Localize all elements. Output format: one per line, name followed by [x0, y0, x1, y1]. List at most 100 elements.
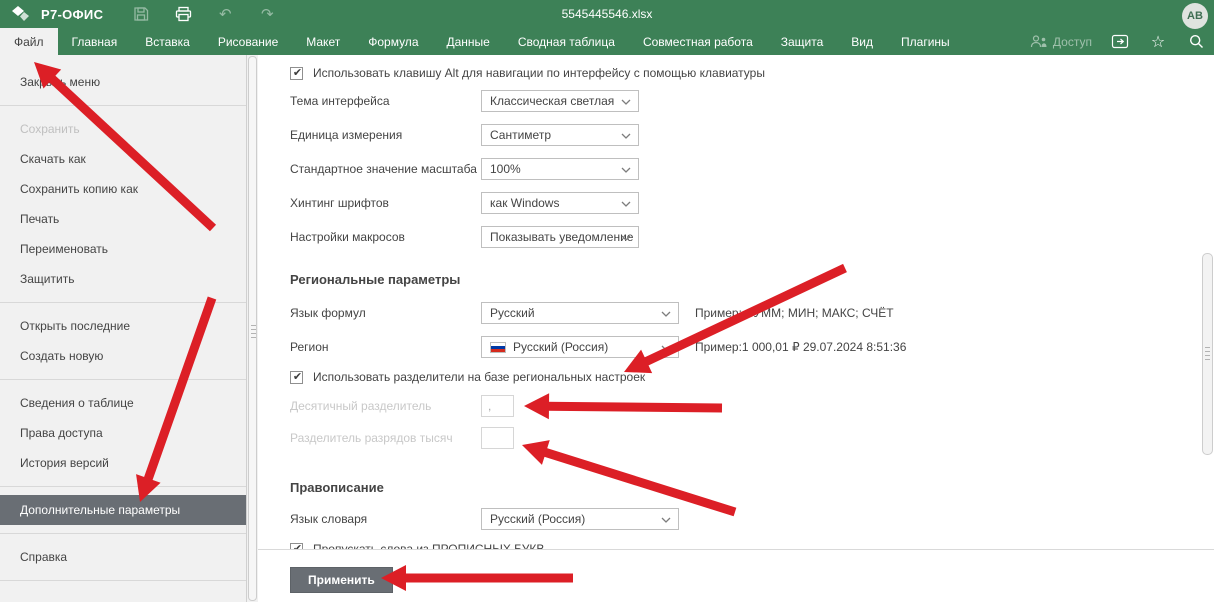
sidebar-item-save: Сохранить [0, 114, 246, 144]
regional-separators-checkbox[interactable] [290, 371, 303, 384]
macros-settings-select[interactable]: Показывать уведомление [481, 226, 639, 248]
font-hinting-select[interactable]: как Windows [481, 192, 639, 214]
sidebar-item-version-history[interactable]: История версий [0, 448, 246, 478]
decimal-separator-input[interactable]: , [481, 395, 514, 417]
tab-formula[interactable]: Формула [354, 28, 432, 55]
tab-collaboration[interactable]: Совместная работа [629, 28, 767, 55]
ignore-uppercase-row: Пропускать слова из ПРОПИСНЫХ БУКВ [290, 536, 1214, 549]
sidebar-item-rename[interactable]: Переименовать [0, 234, 246, 264]
default-zoom-label: Стандартное значение масштаба [290, 162, 481, 176]
sidebar-divider [0, 533, 246, 534]
tab-pivot-table[interactable]: Сводная таблица [504, 28, 629, 55]
dictionary-language-value: Русский (Россия) [490, 512, 585, 526]
sidebar-item-protect[interactable]: Защитить [0, 264, 246, 294]
scrollbar-grip [251, 325, 256, 341]
r7-office-spreadsheet-app: Р7-ОФИС ↶ ↷ 5545445546.xlsx AB [0, 0, 1214, 602]
formula-language-row: Язык формул Русский Пример: СУММ; МИН; М… [290, 296, 1214, 330]
undo-icon[interactable]: ↶ [215, 4, 235, 24]
settings-footer: Применить [258, 549, 1214, 602]
measurement-unit-select[interactable]: Сантиметр [481, 124, 639, 146]
tab-insert[interactable]: Вставка [131, 28, 204, 55]
sidebar-divider [0, 486, 246, 487]
decimal-separator-row: Десятичный разделитель , [290, 390, 1214, 422]
measurement-unit-value: Сантиметр [490, 128, 551, 142]
r7-logo-icon [12, 6, 34, 22]
user-avatar[interactable]: AB [1182, 3, 1208, 29]
sidebar-item-access-rights[interactable]: Права доступа [0, 418, 246, 448]
chevron-down-icon [661, 517, 671, 523]
advanced-settings-panel: Использовать клавишу Alt для навигации п… [258, 55, 1214, 602]
thousands-separator-row: Разделитель разрядов тысяч [290, 422, 1214, 454]
ignore-uppercase-label: Пропускать слова из ПРОПИСНЫХ БУКВ [313, 542, 544, 549]
file-menu: Закрыть меню СохранитьСкачать какСохранит… [0, 55, 247, 602]
thousands-separator-input[interactable] [481, 427, 514, 449]
access-label: Доступ [1053, 35, 1092, 49]
dictionary-language-label: Язык словаря [290, 512, 481, 526]
dictionary-language-row: Язык словаря Русский (Россия) [290, 502, 1214, 536]
default-zoom-value: 100% [490, 162, 521, 176]
save-icon[interactable] [131, 4, 151, 24]
region-label: Регион [290, 340, 481, 354]
region-value: Русский (Россия) [513, 340, 608, 354]
quick-access-toolbar: ↶ ↷ [131, 4, 277, 24]
interface-theme-select[interactable]: Классическая светлая [481, 90, 639, 112]
menu-tab-bar: ФайлГлавнаяВставкаРисованиеМакетФормулаД… [0, 28, 1214, 55]
sidebar-divider [0, 302, 246, 303]
app-logo: Р7-ОФИС [0, 6, 103, 22]
macros-settings-label: Настройки макросов [290, 230, 481, 244]
alt-navigation-checkbox[interactable] [290, 67, 303, 80]
tab-draw[interactable]: Рисование [204, 28, 292, 55]
sidebar-item-help[interactable]: Справка [0, 542, 246, 572]
open-file-location-icon[interactable] [1110, 32, 1130, 52]
tab-file[interactable]: Файл [0, 28, 58, 55]
sidebar-divider [0, 580, 246, 581]
sidebar-item-save-copy-as[interactable]: Сохранить копию как [0, 174, 246, 204]
tab-plugins[interactable]: Плагины [887, 28, 964, 55]
sidebar-scrollbar-thumb[interactable] [248, 56, 257, 601]
dictionary-language-select[interactable]: Русский (Россия) [481, 508, 679, 530]
spelling-header: Правописание [290, 476, 1214, 498]
redo-icon[interactable]: ↷ [257, 4, 277, 24]
tabbar-right-tools: Доступ ☆ [1030, 28, 1206, 55]
print-icon[interactable] [173, 4, 193, 24]
default-zoom-select[interactable]: 100% [481, 158, 639, 180]
tab-home[interactable]: Главная [58, 28, 132, 55]
font-hinting-value: как Windows [490, 196, 559, 210]
tab-layout[interactable]: Макет [292, 28, 354, 55]
sidebar-item-advanced-settings[interactable]: Дополнительные параметры [0, 495, 246, 525]
menu-tabs: ФайлГлавнаяВставкаРисованиеМакетФормулаД… [0, 28, 964, 55]
interface-theme-row: Тема интерфейса Классическая светлая [290, 84, 1214, 118]
sidebar-item-create-new[interactable]: Создать новую [0, 341, 246, 371]
scrollbar-grip [1205, 347, 1210, 363]
search-icon[interactable] [1186, 32, 1206, 52]
region-select[interactable]: Русский (Россия) [481, 336, 679, 358]
main-scrollbar-thumb[interactable] [1202, 253, 1213, 455]
russia-flag-icon [490, 342, 506, 353]
sidebar-scrollbar[interactable] [247, 55, 258, 602]
sidebar-item-close-menu[interactable]: Закрыть меню [0, 67, 246, 97]
app-logo-text: Р7-ОФИС [41, 7, 103, 22]
favorites-star-icon[interactable]: ☆ [1148, 32, 1168, 52]
access-button[interactable]: Доступ [1030, 35, 1092, 49]
decimal-separator-label: Десятичный разделитель [290, 399, 481, 413]
formula-language-select[interactable]: Русский [481, 302, 679, 324]
tab-data[interactable]: Данные [433, 28, 504, 55]
tab-protection[interactable]: Защита [767, 28, 838, 55]
alt-navigation-row: Использовать клавишу Alt для навигации п… [290, 62, 1214, 84]
apply-button[interactable]: Применить [290, 567, 393, 593]
chevron-down-icon [621, 167, 631, 173]
font-hinting-row: Хинтинг шрифтов как Windows [290, 186, 1214, 220]
chevron-down-icon [661, 345, 671, 351]
thousands-separator-label: Разделитель разрядов тысяч [290, 431, 481, 445]
sidebar-item-open-recent[interactable]: Открыть последние [0, 311, 246, 341]
sidebar-divider [0, 105, 246, 106]
chevron-down-icon [621, 235, 631, 241]
sidebar-item-download-as[interactable]: Скачать как [0, 144, 246, 174]
sidebar-item-spreadsheet-info[interactable]: Сведения о таблице [0, 388, 246, 418]
regional-separators-label: Использовать разделители на базе региона… [313, 370, 645, 384]
region-example: Пример:1 000,01 ₽ 29.07.2024 8:51:36 [695, 340, 906, 354]
interface-theme-value: Классическая светлая [490, 94, 614, 108]
interface-theme-label: Тема интерфейса [290, 94, 481, 108]
tab-view[interactable]: Вид [837, 28, 887, 55]
sidebar-item-print[interactable]: Печать [0, 204, 246, 234]
